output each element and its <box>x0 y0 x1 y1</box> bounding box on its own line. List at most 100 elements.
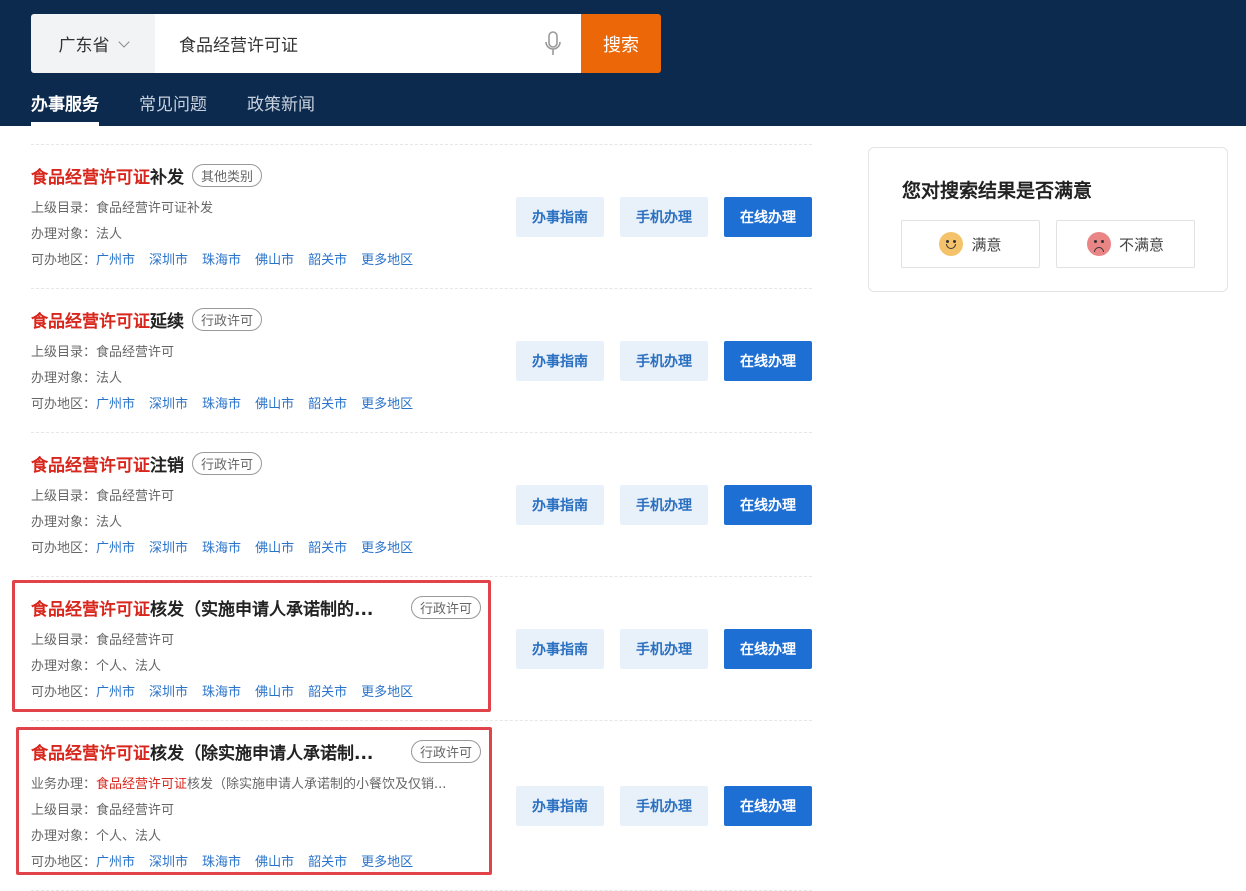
mobile-button[interactable]: 手机办理 <box>620 628 708 669</box>
city-link[interactable]: 更多地区 <box>361 855 413 868</box>
category-tag: 行政许可 <box>192 308 263 331</box>
guide-button[interactable]: 办事指南 <box>516 340 604 381</box>
city-link[interactable]: 韶关市 <box>308 253 347 266</box>
title-rest: 补发 <box>150 168 184 188</box>
microphone-icon[interactable] <box>525 14 581 73</box>
area-label: 可办地区： <box>31 541 97 554</box>
title-highlight: 食品经营许可证 <box>31 600 150 620</box>
result-title[interactable]: 食品经营许可证延续 行政许可 <box>31 307 481 332</box>
category-tag: 行政许可 <box>410 596 481 619</box>
city-link[interactable]: 深圳市 <box>149 397 188 410</box>
result-title[interactable]: 食品经营许可证注销 行政许可 <box>31 451 481 476</box>
tab-policy-news[interactable]: 政策新闻 <box>247 90 315 126</box>
frown-icon <box>1086 232 1111 256</box>
city-link[interactable]: 韶关市 <box>308 397 347 410</box>
result-title[interactable]: 食品经营许可证核发（除实施申请人承诺制... 行政许可 <box>31 739 481 764</box>
city-link[interactable]: 珠海市 <box>202 685 241 698</box>
city-link[interactable]: 深圳市 <box>149 541 188 554</box>
parent-line: 上级目录：食品经营许可 <box>31 341 481 358</box>
tab-services[interactable]: 办事服务 <box>31 90 99 126</box>
unsatisfied-label: 不满意 <box>1118 235 1164 254</box>
city-link[interactable]: 佛山市 <box>255 253 294 266</box>
result-title[interactable]: 食品经营许可证核发（实施申请人承诺制的... 行政许可 <box>31 595 481 620</box>
area-line: 可办地区：广州市 深圳市 珠海市 佛山市 韶关市 更多地区 <box>31 681 481 698</box>
city-link[interactable]: 更多地区 <box>361 541 413 554</box>
guide-button[interactable]: 办事指南 <box>516 196 604 237</box>
area-label: 可办地区： <box>31 253 97 266</box>
tab-faq[interactable]: 常见问题 <box>139 90 207 126</box>
result-title[interactable]: 食品经营许可证补发 其他类别 <box>31 163 481 188</box>
result-title-text[interactable]: 食品经营许可证核发（实施申请人承诺制的... <box>31 595 373 620</box>
online-button[interactable]: 在线办理 <box>724 340 812 381</box>
city-link[interactable]: 广州市 <box>96 541 135 554</box>
business-rest[interactable]: 核发（除实施申请人承诺制的小餐饮及仅销... <box>187 777 446 790</box>
result-list: 食品经营许可证补发 其他类别 上级目录：食品经营许可证补发 办理对象：法人 可办地区：广… <box>31 144 812 891</box>
target-line-label: 办理对象： <box>31 659 97 672</box>
online-button[interactable]: 在线办理 <box>724 785 812 826</box>
parent-line-value: 食品经营许可 <box>96 803 175 816</box>
city-link[interactable]: 广州市 <box>96 253 135 266</box>
result-title-text[interactable]: 食品经营许可证注销 <box>31 451 184 476</box>
business-line: 业务办理：食品经营许可证核发（除实施申请人承诺制的小餐饮及仅销... <box>31 773 481 790</box>
parent-line: 上级目录：食品经营许可 <box>31 629 481 646</box>
target-line: 办理对象：个人、法人 <box>31 825 481 842</box>
header: 广东省 搜索 办事服务 常见问题 政策新闻 <box>0 0 1246 126</box>
city-link[interactable]: 更多地区 <box>361 397 413 410</box>
guide-button[interactable]: 办事指南 <box>516 628 604 669</box>
action-buttons: 办事指南 手机办理 在线办理 <box>516 628 812 669</box>
category-tag: 行政许可 <box>192 452 263 475</box>
parent-line-label: 上级目录： <box>31 489 97 502</box>
mobile-button[interactable]: 手机办理 <box>620 785 708 826</box>
result-title-text[interactable]: 食品经营许可证核发（除实施申请人承诺制... <box>31 739 373 764</box>
result-title-text[interactable]: 食品经营许可证延续 <box>31 307 184 332</box>
action-buttons: 办事指南 手机办理 在线办理 <box>516 484 812 525</box>
city-link[interactable]: 更多地区 <box>361 253 413 266</box>
city-link[interactable]: 佛山市 <box>255 541 294 554</box>
parent-line-value: 食品经营许可 <box>96 489 175 502</box>
title-highlight: 食品经营许可证 <box>31 744 150 764</box>
target-line: 办理对象：法人 <box>31 223 481 240</box>
parent-line-value: 食品经营许可 <box>96 345 175 358</box>
smile-icon <box>939 232 964 256</box>
city-link[interactable]: 佛山市 <box>255 855 294 868</box>
satisfied-button[interactable]: 满意 <box>901 220 1040 268</box>
result-title-text[interactable]: 食品经营许可证补发 <box>31 163 184 188</box>
action-buttons: 办事指南 手机办理 在线办理 <box>516 340 812 381</box>
city-link[interactable]: 佛山市 <box>255 685 294 698</box>
feedback-card: 您对搜索结果是否满意 满意 不满意 <box>868 147 1228 292</box>
mobile-button[interactable]: 手机办理 <box>620 196 708 237</box>
online-button[interactable]: 在线办理 <box>724 628 812 669</box>
city-link[interactable]: 深圳市 <box>149 855 188 868</box>
business-highlight[interactable]: 食品经营许可证 <box>96 777 187 790</box>
title-highlight: 食品经营许可证 <box>31 168 150 188</box>
city-link[interactable]: 韶关市 <box>308 855 347 868</box>
online-button[interactable]: 在线办理 <box>724 484 812 525</box>
city-link[interactable]: 广州市 <box>96 397 135 410</box>
title-rest: 核发（实施申请人承诺制的... <box>150 600 374 620</box>
result-item: 食品经营许可证核发（实施申请人承诺制的... 行政许可上级目录：食品经营许可办理对… <box>31 577 812 721</box>
city-link[interactable]: 韶关市 <box>308 541 347 554</box>
guide-button[interactable]: 办事指南 <box>516 785 604 826</box>
city-link[interactable]: 韶关市 <box>308 685 347 698</box>
region-select[interactable]: 广东省 <box>31 14 155 73</box>
city-link[interactable]: 广州市 <box>96 685 135 698</box>
guide-button[interactable]: 办事指南 <box>516 484 604 525</box>
mobile-button[interactable]: 手机办理 <box>620 340 708 381</box>
city-link[interactable]: 珠海市 <box>202 541 241 554</box>
parent-line-label: 上级目录： <box>31 345 97 358</box>
city-link[interactable]: 深圳市 <box>149 685 188 698</box>
mobile-button[interactable]: 手机办理 <box>620 484 708 525</box>
city-link[interactable]: 佛山市 <box>255 397 294 410</box>
city-link[interactable]: 深圳市 <box>149 253 188 266</box>
business-label: 业务办理： <box>31 777 97 790</box>
city-link[interactable]: 广州市 <box>96 855 135 868</box>
target-line-value: 个人、法人 <box>96 659 162 672</box>
search-input[interactable] <box>155 14 525 73</box>
city-link[interactable]: 珠海市 <box>202 253 241 266</box>
city-link[interactable]: 珠海市 <box>202 397 241 410</box>
online-button[interactable]: 在线办理 <box>724 196 812 237</box>
unsatisfied-button[interactable]: 不满意 <box>1056 220 1195 268</box>
city-link[interactable]: 更多地区 <box>361 685 413 698</box>
search-button[interactable]: 搜索 <box>581 14 661 73</box>
city-link[interactable]: 珠海市 <box>202 855 241 868</box>
